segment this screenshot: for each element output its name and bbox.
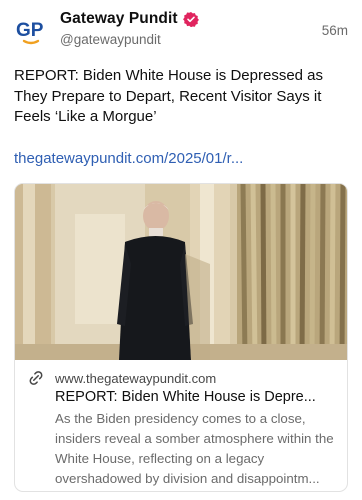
verified-badge-icon	[182, 11, 199, 27]
gateway-pundit-logo: GP	[16, 20, 44, 45]
avatar[interactable]: GP	[14, 16, 48, 50]
post-timestamp[interactable]: 56m	[322, 23, 348, 38]
link-icon	[27, 369, 45, 387]
author-block: Gateway Pundit @gatewaypundit	[60, 8, 199, 47]
author-handle[interactable]: @gatewaypundit	[60, 32, 199, 47]
post[interactable]: GP Gateway Pundit @gatewaypundit 56m REP…	[0, 0, 362, 500]
link-domain: www.thegatewaypundit.com	[55, 370, 217, 386]
link-preview-info: www.thegatewaypundit.com REPORT: Biden W…	[15, 360, 347, 489]
post-text: REPORT: Biden White House is Depressed a…	[14, 67, 324, 125]
link-title[interactable]: REPORT: Biden White House is Depre...	[55, 389, 335, 405]
link-preview-image	[15, 184, 347, 360]
link-preview-card[interactable]: www.thegatewaypundit.com REPORT: Biden W…	[14, 183, 348, 492]
post-header: GP Gateway Pundit @gatewaypundit 56m	[14, 8, 348, 54]
svg-text:GP: GP	[16, 20, 44, 41]
link-domain-row: www.thegatewaypundit.com	[27, 370, 335, 386]
author-name[interactable]: Gateway Pundit	[60, 10, 178, 28]
post-link[interactable]: thegatewaypundit.com/2025/01/r...	[14, 150, 350, 167]
preview-photo	[15, 184, 347, 360]
link-description: As the Biden presidency comes to a close…	[55, 411, 334, 486]
